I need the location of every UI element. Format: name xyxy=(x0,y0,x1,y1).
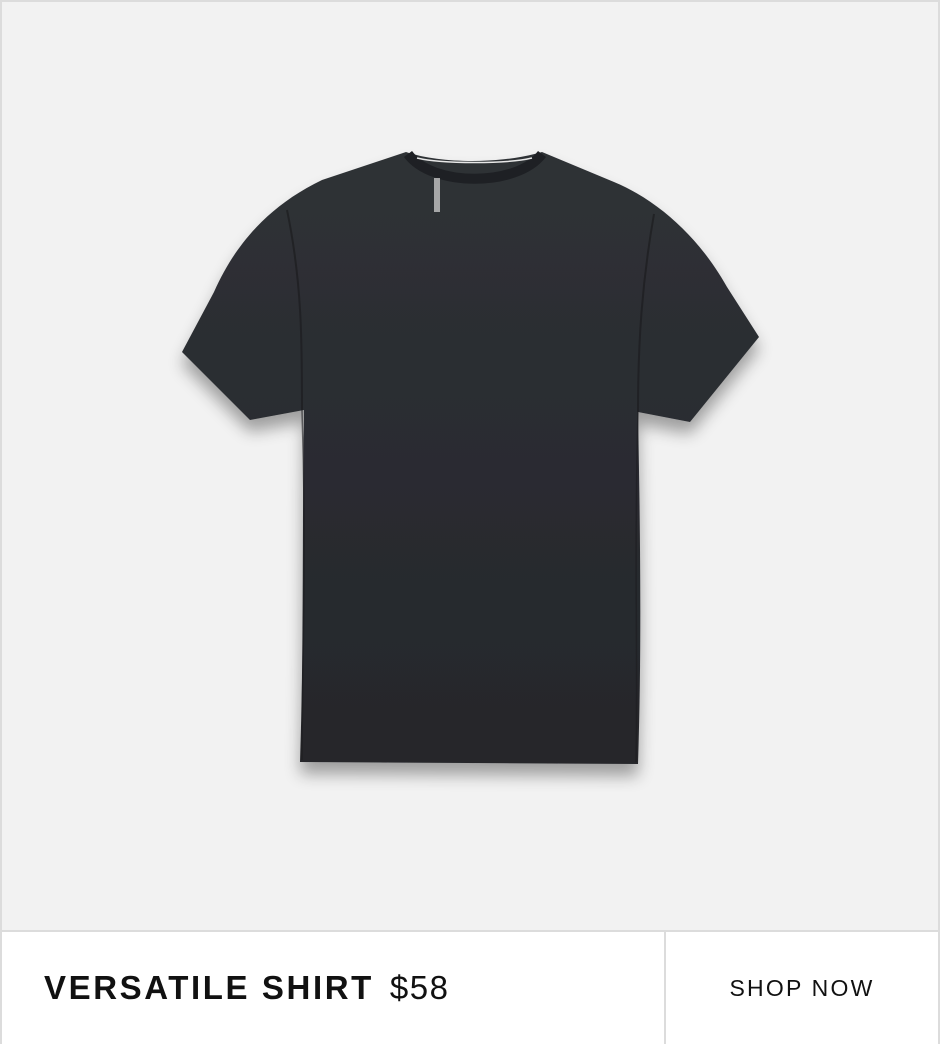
shop-now-label: SHOP NOW xyxy=(729,974,875,1001)
shop-now-button[interactable]: SHOP NOW xyxy=(666,932,938,1044)
product-image-area[interactable] xyxy=(2,2,938,930)
product-footer: VERSATILE SHIRT $58 SHOP NOW xyxy=(2,930,938,1044)
t-shirt-image[interactable] xyxy=(2,2,938,930)
product-info: VERSATILE SHIRT $58 xyxy=(2,932,666,1044)
product-price: $58 xyxy=(389,969,450,1006)
product-name[interactable]: VERSATILE SHIRT xyxy=(44,969,374,1007)
product-card[interactable]: VERSATILE SHIRT $58 SHOP NOW xyxy=(0,0,940,1044)
